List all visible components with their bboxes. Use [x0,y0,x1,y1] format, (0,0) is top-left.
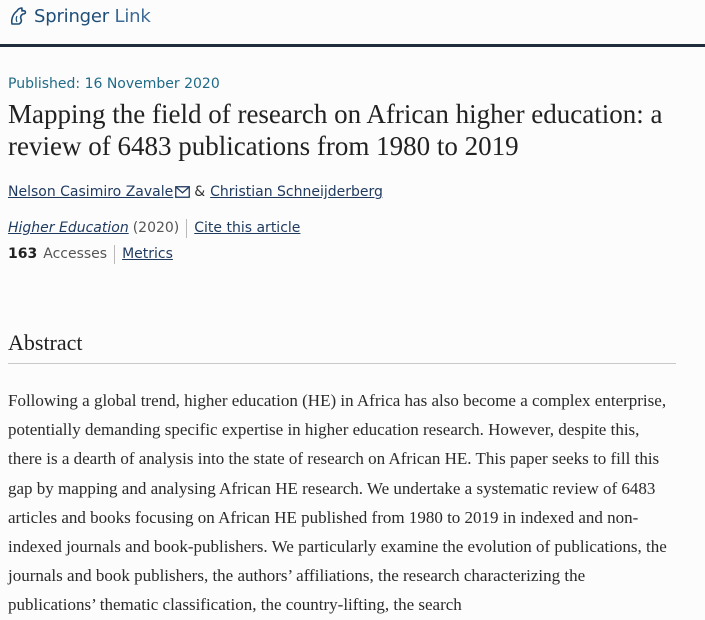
article-title: Mapping the field of research on African… [8,99,663,161]
citation-line: Higher Education (2020) Cite this articl… [8,218,678,238]
site-header: Springer Link [0,0,705,47]
author-link-zavale[interactable]: Nelson Casimiro Zavale [8,182,173,202]
author-separator: & [194,184,206,200]
divider [114,244,116,264]
springer-link-logo[interactable]: Springer Link [8,5,151,27]
metrics-line: 163 Accesses Metrics [8,244,678,264]
abstract-text: Following a global trend, higher educati… [8,391,667,615]
published-date: Published: 16 November 2020 [8,76,220,92]
logo-word-springer: Springer [34,5,109,27]
springer-horse-icon [10,7,27,25]
article-header: Published: 16 November 2020 Mapping the … [8,74,678,264]
author-list: Nelson Casimiro Zavale & Christian Schne… [8,182,678,202]
logo-word-link: Link [114,5,151,27]
abstract-heading: Abstract [8,330,83,355]
divider [186,218,188,238]
logo-wordmark: Springer Link [34,6,151,27]
metrics-link[interactable]: Metrics [122,244,173,264]
accesses-label: Accesses [43,246,108,262]
journal-link[interactable]: Higher Education [8,218,129,238]
author-link-schneijderberg[interactable]: Christian Schneijderberg [210,182,383,202]
accesses-count: 163 [8,246,38,262]
publication-year: (2020) [132,220,180,236]
email-icon[interactable] [175,186,191,198]
section-divider [8,363,676,364]
cite-this-article-link[interactable]: Cite this article [194,218,300,238]
